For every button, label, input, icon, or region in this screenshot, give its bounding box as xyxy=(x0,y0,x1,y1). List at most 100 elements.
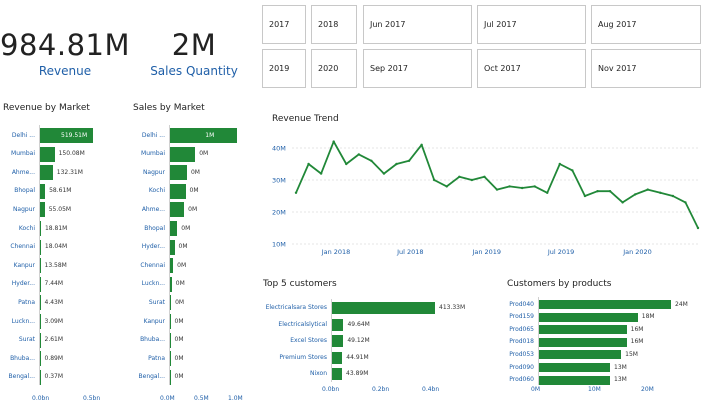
trend-point[interactable] xyxy=(407,159,411,162)
data-bar[interactable] xyxy=(169,221,178,236)
category-label[interactable]: Patna xyxy=(0,299,35,306)
data-bar[interactable] xyxy=(538,363,611,372)
data-bar[interactable] xyxy=(169,183,186,199)
trend-point[interactable] xyxy=(370,159,373,162)
data-bar[interactable] xyxy=(538,337,627,347)
slicer-tile[interactable]: Nov 2017 xyxy=(591,49,701,88)
category-label[interactable]: Prod159 xyxy=(494,313,534,320)
trend-point[interactable] xyxy=(294,191,298,194)
category-label[interactable]: Prod060 xyxy=(494,376,534,383)
trend-point[interactable] xyxy=(495,188,499,191)
category-label[interactable]: Ahme... xyxy=(129,206,165,213)
category-label[interactable]: Bhopal xyxy=(129,225,165,232)
data-bar[interactable] xyxy=(331,351,343,364)
category-label[interactable]: Nixon xyxy=(247,370,327,377)
trend-point[interactable] xyxy=(558,162,562,166)
trend-point[interactable] xyxy=(345,162,348,166)
trend-point[interactable] xyxy=(646,188,649,191)
data-bar[interactable] xyxy=(169,128,238,143)
category-label[interactable]: Luckn... xyxy=(0,318,35,325)
slicer-tile[interactable]: 2019 xyxy=(262,49,306,88)
category-label[interactable]: Ahme... xyxy=(0,169,35,176)
trend-point[interactable] xyxy=(508,185,511,188)
category-label[interactable]: Kochi xyxy=(129,187,165,194)
category-label[interactable]: Luckn... xyxy=(129,280,165,287)
category-label[interactable]: Nagpur xyxy=(0,206,35,213)
category-label[interactable]: Hyder... xyxy=(0,280,35,287)
data-bar[interactable] xyxy=(169,165,187,181)
category-label[interactable]: Bhuba... xyxy=(0,355,35,362)
trend-point[interactable] xyxy=(483,175,486,178)
data-bar[interactable] xyxy=(331,318,344,331)
category-label[interactable]: Nagpur xyxy=(129,169,165,176)
data-bar[interactable] xyxy=(538,375,611,385)
category-label[interactable]: Prod090 xyxy=(494,364,534,371)
trend-point[interactable] xyxy=(608,190,612,193)
category-label[interactable]: Bengal... xyxy=(129,373,165,380)
trend-point[interactable] xyxy=(470,178,474,182)
data-bar[interactable] xyxy=(538,300,671,309)
trend-point[interactable] xyxy=(596,190,599,193)
category-label[interactable]: Prod018 xyxy=(494,338,534,345)
category-label[interactable]: Hyder... xyxy=(129,243,165,250)
slicer-tile[interactable]: 2017 xyxy=(262,5,306,44)
category-label[interactable]: Mumbai xyxy=(0,150,35,157)
trend-point[interactable] xyxy=(458,175,461,178)
category-label[interactable]: Prod065 xyxy=(494,326,534,333)
category-label[interactable]: Bengal... xyxy=(0,373,35,380)
slicer-tile[interactable]: 2018 xyxy=(311,5,357,44)
trend-point[interactable] xyxy=(684,201,687,204)
slicer-tile[interactable]: Sep 2017 xyxy=(363,49,472,88)
category-label[interactable]: Mumbai xyxy=(129,150,165,157)
trend-point[interactable] xyxy=(432,178,436,182)
data-bar[interactable] xyxy=(538,312,638,322)
data-bar[interactable] xyxy=(331,368,343,380)
category-label[interactable]: Chennai xyxy=(129,262,165,269)
data-bar[interactable] xyxy=(538,325,627,335)
trend-point[interactable] xyxy=(382,172,386,175)
category-label[interactable]: Electricalsara Stores xyxy=(247,304,327,311)
category-label[interactable]: Surat xyxy=(0,336,35,343)
data-bar[interactable] xyxy=(169,146,196,162)
category-label[interactable]: Electricalslytical xyxy=(247,321,327,328)
category-label[interactable]: Chennai xyxy=(0,243,35,250)
trend-point[interactable] xyxy=(332,140,335,143)
category-label[interactable]: Delhi ... xyxy=(0,132,35,139)
category-label[interactable]: Bhuba... xyxy=(129,336,165,343)
data-bar[interactable] xyxy=(169,202,185,218)
data-bar[interactable] xyxy=(331,302,435,314)
trend-point[interactable] xyxy=(571,169,574,172)
category-label[interactable]: Excel Stores xyxy=(247,337,327,344)
category-label[interactable]: Kanpur xyxy=(129,318,165,325)
slicer-tile[interactable]: Oct 2017 xyxy=(477,49,586,88)
category-label[interactable]: Premium Stores xyxy=(247,354,327,361)
category-label[interactable]: Kanpur xyxy=(0,262,35,269)
trend-point[interactable] xyxy=(546,191,549,194)
category-label[interactable]: Surat xyxy=(129,299,165,306)
category-label[interactable]: Bhopal xyxy=(0,187,35,194)
trend-point[interactable] xyxy=(633,193,637,196)
trend-point[interactable] xyxy=(357,153,361,156)
revenue-trend-line[interactable] xyxy=(295,140,699,229)
data-bar[interactable] xyxy=(538,350,622,360)
trend-point[interactable] xyxy=(520,186,524,190)
category-label[interactable]: Prod040 xyxy=(494,301,534,308)
data-bar[interactable] xyxy=(39,165,53,181)
trend-point[interactable] xyxy=(533,185,536,188)
trend-point[interactable] xyxy=(420,143,423,146)
category-label[interactable]: Kochi xyxy=(0,225,35,232)
trend-point[interactable] xyxy=(307,162,310,166)
slicer-tile[interactable]: Aug 2017 xyxy=(591,5,701,44)
data-bar[interactable] xyxy=(39,146,55,162)
trend-point[interactable] xyxy=(621,201,624,204)
category-label[interactable]: Prod053 xyxy=(494,351,534,358)
slicer-tile[interactable]: Jul 2017 xyxy=(477,5,586,44)
slicer-tile[interactable]: 2020 xyxy=(311,49,357,88)
trend-point[interactable] xyxy=(445,185,448,188)
category-label[interactable]: Patna xyxy=(129,355,165,362)
trend-point[interactable] xyxy=(395,162,398,166)
trend-point[interactable] xyxy=(696,226,700,230)
trend-point[interactable] xyxy=(319,172,323,175)
trend-point[interactable] xyxy=(671,194,675,198)
trend-point[interactable] xyxy=(659,191,662,194)
